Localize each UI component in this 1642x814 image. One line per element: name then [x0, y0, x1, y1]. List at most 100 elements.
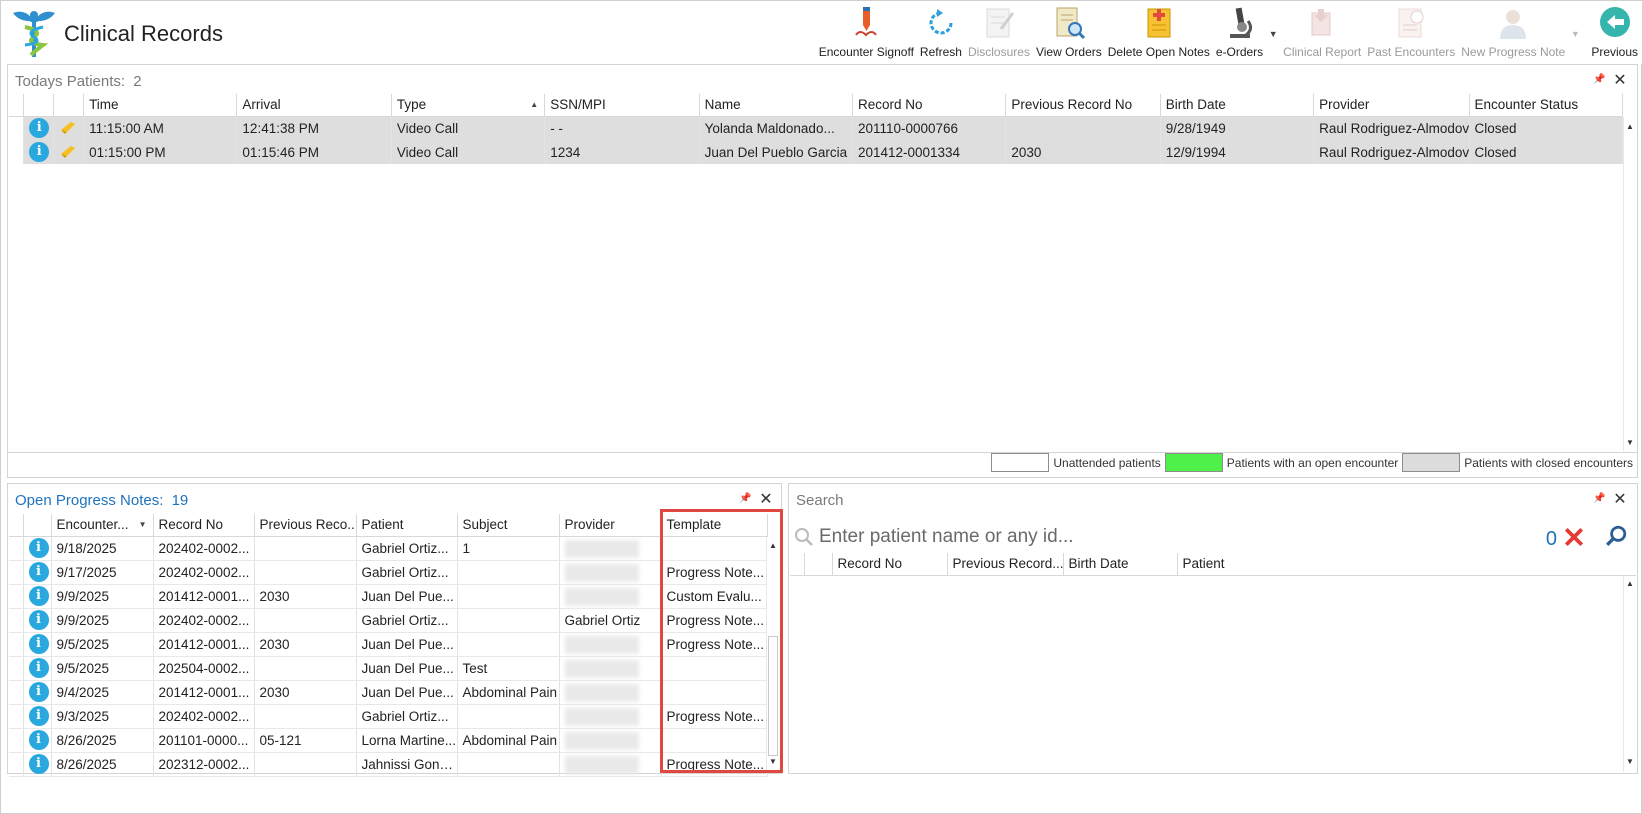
search-results-table: Record No Previous Record... Birth Date …	[790, 553, 1280, 576]
column-header-previous-record-no[interactable]: Previous Record No	[1005, 94, 1161, 117]
pin-icon[interactable]: 📌	[1593, 493, 1605, 505]
scroll-up-icon[interactable]: ▲	[1624, 121, 1636, 133]
info-icon[interactable]: i	[28, 730, 49, 750]
clinical-report-button[interactable]: Clinical Report	[1280, 5, 1364, 61]
cell-subject	[457, 752, 560, 777]
encounter-legend: Unattended patients Patients with an ope…	[987, 453, 1633, 472]
scroll-up-icon[interactable]: ▲	[1624, 578, 1636, 590]
info-cell[interactable]: i	[23, 116, 54, 140]
cell-previous-record-no	[1005, 116, 1161, 140]
e-orders-button[interactable]: e-Orders	[1213, 5, 1266, 61]
cell-previous-record: 2030	[254, 584, 357, 609]
info-cell[interactable]: i	[23, 680, 52, 705]
table-row[interactable]: i 9/9/2025 201412-0001... 2030 Juan Del Pue.…	[9, 584, 768, 609]
info-column-header	[23, 94, 54, 117]
pin-icon[interactable]: 📌	[1593, 74, 1605, 86]
column-header-record-no[interactable]: Record No	[852, 94, 1007, 117]
column-header-arrival[interactable]: Arrival	[236, 94, 392, 117]
new-progress-note-dropdown-icon[interactable]: ▼	[1568, 5, 1582, 61]
column-header-encounter[interactable]: Encounter... ▼	[51, 514, 154, 537]
close-icon[interactable]: ✕	[1613, 73, 1627, 89]
column-header-patient[interactable]: Patient	[1177, 553, 1280, 576]
table-row[interactable]: i 9/18/2025 202402-0002... Gabriel Ortiz...…	[9, 536, 768, 561]
search-results-scrollbar[interactable]	[1623, 576, 1637, 772]
info-cell[interactable]: i	[23, 728, 52, 753]
new-progress-note-button[interactable]: New Progress Note	[1458, 5, 1568, 61]
info-icon[interactable]: i	[28, 610, 49, 630]
info-icon[interactable]: i	[28, 682, 49, 702]
column-header-previous-record[interactable]: Previous Record...	[947, 553, 1064, 576]
close-icon[interactable]: ✕	[1613, 492, 1627, 508]
cell-patient: Gabriel Ortiz...	[356, 536, 458, 561]
info-cell[interactable]: i	[23, 560, 52, 585]
info-cell[interactable]: i	[23, 536, 52, 561]
column-header-patient[interactable]: Patient	[356, 514, 458, 537]
column-header-provider[interactable]: Provider	[1313, 94, 1470, 117]
table-row[interactable]: i 11:15:00 AM 12:41:38 PM Video Call - -…	[9, 116, 1624, 140]
column-header-subject[interactable]: Subject	[457, 514, 560, 537]
cell-patient: Gabriel Ortiz...	[356, 560, 458, 585]
refresh-icon	[929, 9, 953, 35]
info-cell[interactable]: i	[23, 752, 52, 777]
info-cell[interactable]: i	[23, 704, 52, 729]
column-header-ssn[interactable]: SSN/MPI	[544, 94, 700, 117]
table-row[interactable]: i 9/4/2025 201412-0001... 2030 Juan Del Pue.…	[9, 680, 768, 705]
info-icon[interactable]: i	[28, 538, 49, 558]
column-header-provider[interactable]: Provider	[559, 514, 662, 537]
table-row[interactable]: i 9/3/2025 202402-0002... Gabriel Ortiz... P…	[9, 704, 768, 729]
open-notes-body: i 9/18/2025 202402-0002... Gabriel Ortiz...…	[9, 536, 768, 777]
column-header-record-no[interactable]: Record No	[832, 553, 948, 576]
table-row[interactable]: i 9/5/2025 202504-0002... Juan Del Pue... Te…	[9, 656, 768, 681]
unattended-legend-label: Unattended patients	[1053, 455, 1161, 470]
info-icon[interactable]: i	[28, 586, 49, 606]
encounter-signoff-button[interactable]: Encounter Signoff	[816, 5, 917, 61]
table-row[interactable]: i 9/17/2025 202402-0002... Gabriel Ortiz...…	[9, 560, 768, 585]
table-row[interactable]: i 9/9/2025 202402-0002... Gabriel Ortiz... G…	[9, 608, 768, 633]
table-header-row: Record No Previous Record... Birth Date …	[790, 553, 1280, 576]
info-cell[interactable]: i	[23, 140, 54, 164]
view-orders-button[interactable]: View Orders	[1033, 5, 1105, 61]
info-cell[interactable]: i	[23, 608, 52, 633]
refresh-button[interactable]: Refresh	[917, 5, 965, 61]
column-header-time[interactable]: Time	[83, 94, 238, 117]
column-header-encounter-status[interactable]: Encounter Status	[1469, 94, 1624, 117]
column-header-birth-date[interactable]: Birth Date	[1160, 94, 1315, 117]
search-execute-icon[interactable]	[1605, 525, 1627, 547]
info-icon[interactable]: i	[28, 658, 49, 678]
previous-button[interactable]: Previous	[1588, 5, 1641, 61]
patient-search-input[interactable]	[819, 525, 1419, 549]
column-header-previous-record[interactable]: Previous Reco...	[254, 514, 357, 537]
info-icon[interactable]: i	[28, 754, 49, 774]
todays-patients-scrollbar[interactable]	[1623, 117, 1637, 451]
scroll-down-icon[interactable]: ▼	[1624, 756, 1636, 768]
past-encounters-button[interactable]: Past Encounters	[1364, 5, 1458, 61]
column-header-name[interactable]: Name	[699, 94, 853, 117]
info-cell[interactable]: i	[23, 656, 52, 681]
info-icon[interactable]: i	[28, 562, 49, 582]
type-icon-cell	[53, 140, 85, 164]
pin-icon[interactable]: 📌	[739, 493, 751, 505]
info-icon[interactable]: i	[28, 706, 49, 726]
cell-previous-record	[254, 536, 357, 561]
clear-search-icon[interactable]	[1563, 526, 1585, 548]
delete-open-notes-button[interactable]: Delete Open Notes	[1105, 5, 1213, 61]
cell-record-no: 202402-0002...	[153, 704, 255, 729]
column-header-type[interactable]: Type ▲	[391, 94, 546, 117]
info-icon[interactable]: i	[29, 142, 50, 162]
table-row[interactable]: i 8/26/2025 202312-0002... Jahnissi Gonz...…	[9, 752, 768, 777]
table-row[interactable]: i 8/26/2025 201101-0000... 05-121 Lorna Mart…	[9, 728, 768, 753]
info-icon[interactable]: i	[28, 634, 49, 654]
info-cell[interactable]: i	[23, 632, 52, 657]
close-icon[interactable]: ✕	[759, 492, 773, 508]
info-icon[interactable]: i	[29, 118, 50, 139]
disclosures-button[interactable]: Disclosures	[965, 5, 1033, 61]
scroll-down-icon[interactable]: ▼	[1624, 437, 1636, 449]
info-cell[interactable]: i	[23, 584, 52, 609]
column-header-birth-date[interactable]: Birth Date	[1063, 553, 1178, 576]
table-row[interactable]: i 01:15:00 PM 01:15:46 PM Video Call 123…	[9, 140, 1624, 164]
column-header-record-no[interactable]: Record No	[153, 514, 255, 537]
e-orders-dropdown-icon[interactable]: ▼	[1266, 5, 1280, 61]
cell-encounter-date: 9/18/2025	[51, 536, 154, 561]
table-row[interactable]: i 9/5/2025 201412-0001... 2030 Juan Del Pue.…	[9, 632, 768, 657]
redacted-provider	[564, 539, 639, 558]
